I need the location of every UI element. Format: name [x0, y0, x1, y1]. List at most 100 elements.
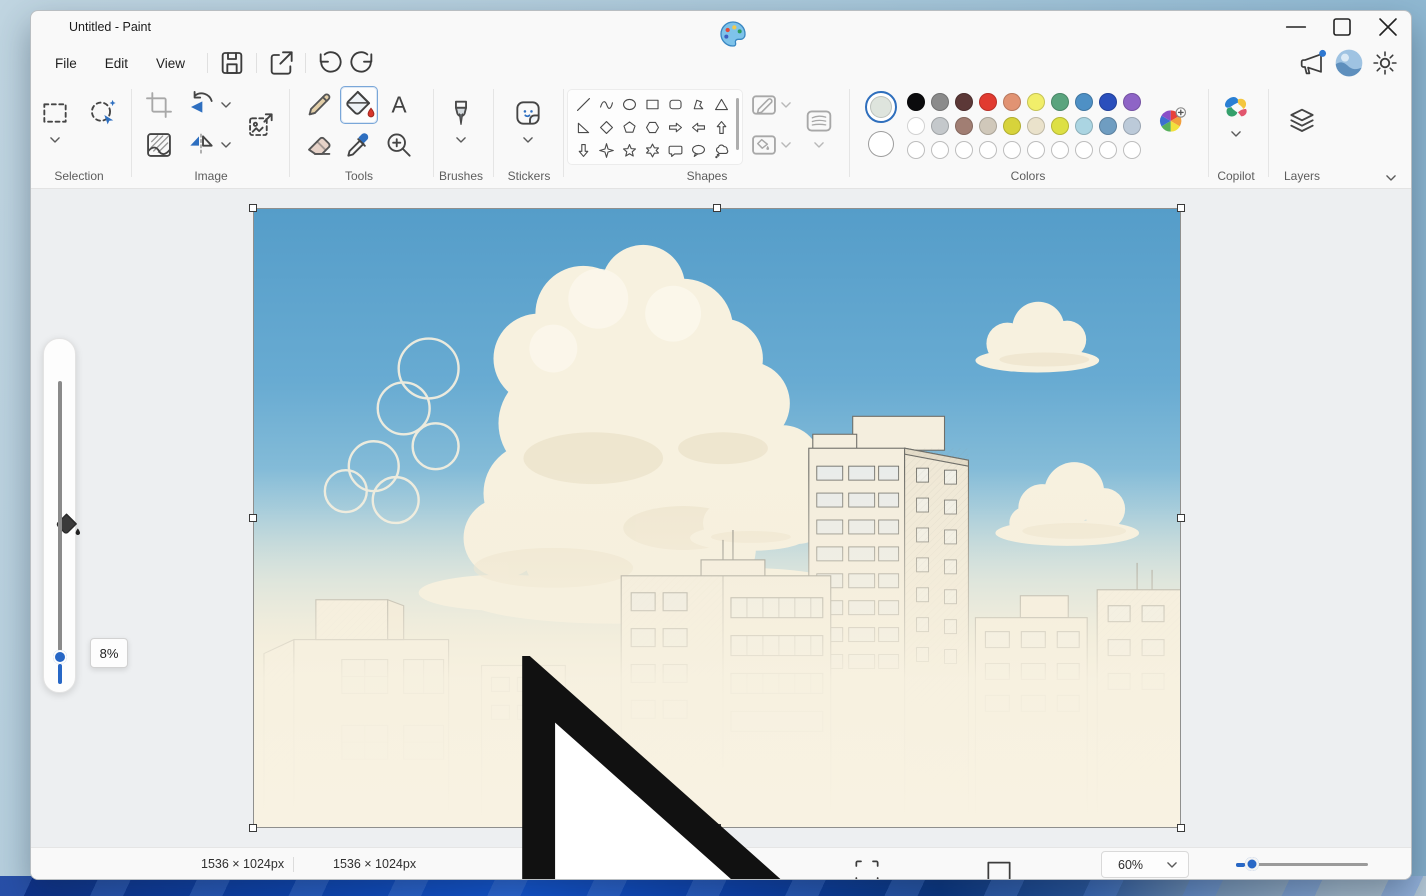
- undo-button[interactable]: [314, 47, 346, 79]
- shape-four-point-star[interactable]: [595, 139, 618, 162]
- palette-color[interactable]: [1051, 93, 1069, 111]
- stickers-chevron-icon[interactable]: [521, 133, 535, 147]
- shape-triangle[interactable]: [710, 93, 733, 116]
- custom-color-slot[interactable]: [907, 141, 925, 159]
- account-avatar[interactable]: [1333, 47, 1365, 79]
- selection-handle[interactable]: [1177, 204, 1185, 212]
- palette-color[interactable]: [931, 117, 949, 135]
- shape-down-arrow[interactable]: [572, 139, 595, 162]
- selection-handle[interactable]: [249, 514, 257, 522]
- palette-color[interactable]: [1027, 93, 1045, 111]
- magnifier-button[interactable]: [383, 129, 415, 161]
- custom-color-slot[interactable]: [931, 141, 949, 159]
- save-button[interactable]: [216, 47, 248, 79]
- menu-file[interactable]: File: [41, 50, 91, 77]
- maximize-button[interactable]: [1319, 11, 1365, 43]
- selection-handle[interactable]: [713, 204, 721, 212]
- shape-diamond[interactable]: [595, 116, 618, 139]
- pencil-button[interactable]: [303, 89, 335, 121]
- eraser-button[interactable]: [303, 129, 335, 161]
- shape-pentagon[interactable]: [618, 116, 641, 139]
- selection-chevron-icon[interactable]: [48, 133, 62, 147]
- custom-color-slot[interactable]: [1003, 141, 1021, 159]
- custom-color-slot[interactable]: [979, 141, 997, 159]
- shape-line[interactable]: [572, 93, 595, 116]
- copilot-button[interactable]: [1220, 93, 1252, 125]
- remove-background-button[interactable]: [143, 129, 175, 161]
- shape-rounded-speech-bubble[interactable]: [664, 139, 687, 162]
- shape-six-point-star[interactable]: [641, 139, 664, 162]
- shape-fill-chevron-icon[interactable]: [779, 138, 793, 152]
- slider-track[interactable]: [58, 381, 62, 651]
- shape-fill-button[interactable]: [748, 129, 780, 161]
- shape-right-arrow[interactable]: [664, 116, 687, 139]
- edit-colors-button[interactable]: [1156, 105, 1188, 137]
- shape-heart[interactable]: [572, 162, 595, 165]
- free-select-button[interactable]: [87, 97, 119, 129]
- rotate-chevron-icon[interactable]: [219, 98, 233, 112]
- palette-color[interactable]: [979, 117, 997, 135]
- shape-five-point-star[interactable]: [618, 139, 641, 162]
- shape-oval[interactable]: [618, 93, 641, 116]
- palette-color[interactable]: [1027, 117, 1045, 135]
- text-button[interactable]: A: [383, 89, 415, 121]
- shape-right-triangle[interactable]: [572, 116, 595, 139]
- fill-button[interactable]: [340, 86, 378, 124]
- shape-rectangle[interactable]: [641, 93, 664, 116]
- rectangle-select-button[interactable]: [39, 97, 71, 129]
- shape-hexagon[interactable]: [641, 116, 664, 139]
- shape-lightning[interactable]: [595, 162, 618, 165]
- brushes-chevron-icon[interactable]: [454, 133, 468, 147]
- flip-chevron-icon[interactable]: [219, 138, 233, 152]
- custom-color-slot[interactable]: [1075, 141, 1093, 159]
- layers-button[interactable]: [1286, 105, 1318, 137]
- palette-color[interactable]: [1075, 93, 1093, 111]
- custom-color-slot[interactable]: [955, 141, 973, 159]
- stroke-size-chevron-icon[interactable]: [812, 138, 826, 152]
- shape-outline-chevron-icon[interactable]: [779, 98, 793, 112]
- copilot-chevron-icon[interactable]: [1229, 127, 1243, 141]
- shape-cloud-speech-bubble[interactable]: [710, 139, 733, 162]
- redo-button[interactable]: [346, 47, 378, 79]
- shape-outline-button[interactable]: [748, 89, 780, 121]
- palette-color[interactable]: [955, 93, 973, 111]
- selection-handle[interactable]: [249, 204, 257, 212]
- shape-curve[interactable]: [595, 93, 618, 116]
- settings-button[interactable]: [1369, 47, 1401, 79]
- menu-view[interactable]: View: [142, 50, 199, 77]
- share-button[interactable]: [265, 47, 297, 79]
- shape-oval-speech-bubble[interactable]: [687, 139, 710, 162]
- brushes-button[interactable]: [445, 97, 477, 129]
- menu-edit[interactable]: Edit: [91, 50, 142, 77]
- selection-handle[interactable]: [1177, 514, 1185, 522]
- stickers-button[interactable]: [512, 97, 544, 129]
- palette-color[interactable]: [979, 93, 997, 111]
- palette-color[interactable]: [955, 117, 973, 135]
- shape-left-arrow[interactable]: [687, 116, 710, 139]
- shape-polygon[interactable]: [687, 93, 710, 116]
- palette-color[interactable]: [1003, 93, 1021, 111]
- custom-color-slot[interactable]: [1123, 141, 1141, 159]
- palette-color[interactable]: [1099, 117, 1117, 135]
- custom-color-slot[interactable]: [1027, 141, 1045, 159]
- palette-color[interactable]: [931, 93, 949, 111]
- palette-color[interactable]: [907, 93, 925, 111]
- close-button[interactable]: [1365, 11, 1411, 43]
- crop-button[interactable]: [143, 89, 175, 121]
- palette-color[interactable]: [1051, 117, 1069, 135]
- custom-color-slot[interactable]: [1051, 141, 1069, 159]
- resize-button[interactable]: [245, 109, 277, 141]
- palette-color[interactable]: [1099, 93, 1117, 111]
- palette-color[interactable]: [1123, 93, 1141, 111]
- palette-color[interactable]: [1075, 117, 1093, 135]
- shape-rounded-rectangle[interactable]: [664, 93, 687, 116]
- foreground-color-swatch[interactable]: [865, 91, 897, 123]
- flip-button[interactable]: [185, 129, 217, 161]
- palette-color[interactable]: [907, 117, 925, 135]
- background-color-swatch[interactable]: [868, 131, 894, 157]
- palette-color[interactable]: [1003, 117, 1021, 135]
- minimize-button[interactable]: [1273, 11, 1319, 43]
- shape-up-arrow[interactable]: [710, 116, 733, 139]
- color-picker-button[interactable]: [343, 129, 375, 161]
- rotate-button[interactable]: [185, 89, 217, 121]
